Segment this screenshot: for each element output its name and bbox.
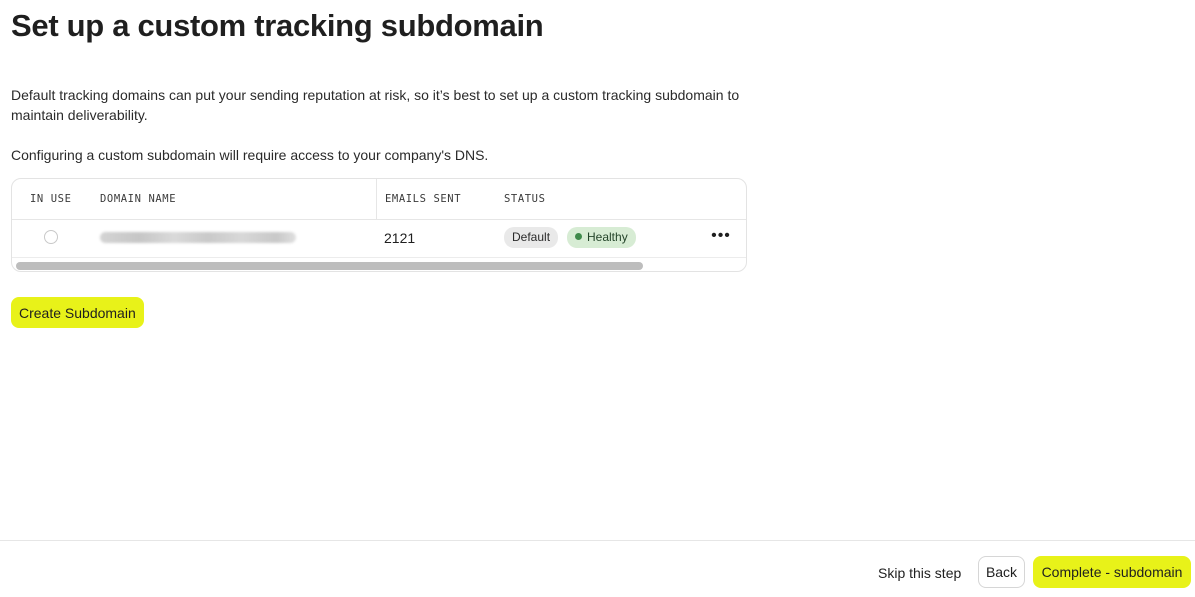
setup-page: Set up a custom tracking subdomain Defau… [0,0,1195,597]
domain-name-redacted [100,232,296,243]
page-title: Set up a custom tracking subdomain [11,8,544,43]
table-row: 2121 Default Healthy ••• [12,219,746,258]
complete-subdomain-button[interactable]: Complete - subdomain [1033,556,1191,588]
column-divider[interactable] [376,179,377,219]
healthy-label: Healthy [587,230,628,244]
healthy-dot-icon [575,233,582,240]
in-use-radio[interactable] [44,230,58,244]
back-button[interactable]: Back [978,556,1025,588]
healthy-status-badge: Healthy [567,227,636,248]
domains-table: IN USE DOMAIN NAME EMAILS SENT STATUS 21… [11,178,747,272]
header-status: STATUS [504,193,546,205]
more-horizontal-icon[interactable]: ••• [711,225,731,247]
table-header: IN USE DOMAIN NAME EMAILS SENT STATUS [12,179,746,220]
footer-bar: Skip this step Back Complete - subdomain [0,540,1195,597]
horizontal-scrollbar[interactable] [16,262,643,270]
emails-sent-value: 2121 [384,230,416,246]
header-in-use: IN USE [30,193,72,205]
default-badge: Default [504,227,559,248]
page-description: Default tracking domains can put your se… [11,87,740,123]
skip-step-button[interactable]: Skip this step [878,565,961,581]
header-emails-sent: EMAILS SENT [385,193,462,205]
header-domain-name: DOMAIN NAME [100,193,177,205]
dns-note: Configuring a custom subdomain will requ… [11,147,489,163]
create-subdomain-button[interactable]: Create Subdomain [11,297,144,328]
